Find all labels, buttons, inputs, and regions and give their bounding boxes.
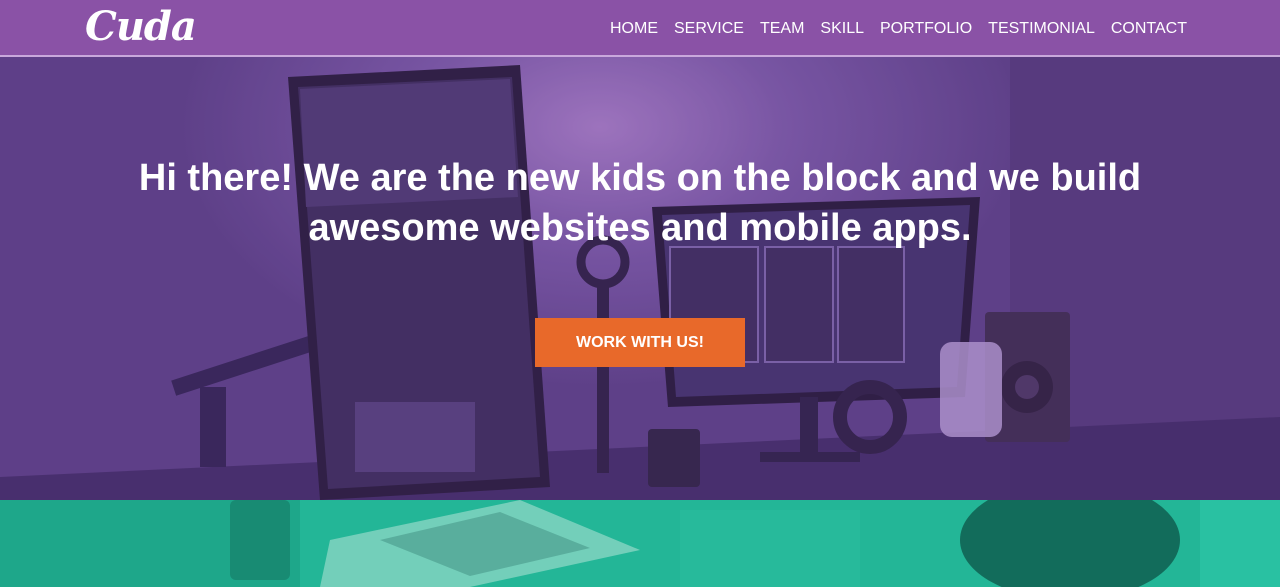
hero-headline: Hi there! We are the new kids on the blo… bbox=[138, 157, 1142, 249]
navbar: Cuda HOME SERVICE TEAM SKILL PORTFOLIO T… bbox=[0, 0, 1280, 57]
nav-link-contact[interactable]: CONTACT bbox=[1111, 20, 1187, 37]
nav-link-skill[interactable]: SKILL bbox=[820, 20, 864, 37]
nav-links: HOME SERVICE TEAM SKILL PORTFOLIO TESTIM… bbox=[610, 18, 1187, 39]
work-with-us-button[interactable]: WORK WITH US! bbox=[535, 318, 745, 367]
nav-link-team[interactable]: TEAM bbox=[760, 20, 804, 37]
logo[interactable]: Cuda bbox=[85, 4, 197, 50]
nav-link-service[interactable]: SERVICE bbox=[674, 20, 744, 37]
hero-overlay bbox=[0, 57, 1280, 500]
nav-link-home[interactable]: HOME bbox=[610, 20, 658, 37]
hero-section: Hi there! We are the new kids on the blo… bbox=[0, 57, 1280, 500]
nav-link-testimonial[interactable]: TESTIMONIAL bbox=[988, 20, 1095, 37]
nav-link-portfolio[interactable]: PORTFOLIO bbox=[880, 20, 972, 37]
services-section-top bbox=[0, 500, 1280, 587]
section-background-image bbox=[0, 500, 1280, 587]
